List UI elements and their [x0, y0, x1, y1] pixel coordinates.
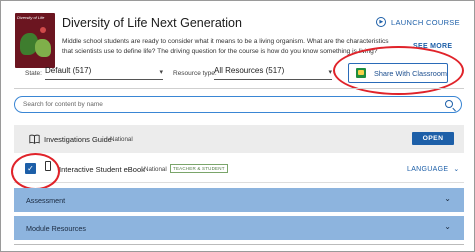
chevron-down-icon: ▾	[159, 69, 163, 76]
resource-name: Interactive Student eBook	[59, 165, 145, 174]
open-button[interactable]: OPEN	[412, 132, 454, 145]
resource-type-label: Resource type:	[173, 70, 217, 77]
language-label: LANGUAGE	[407, 165, 449, 173]
play-icon: ▶	[376, 17, 386, 27]
book-icon	[29, 134, 40, 144]
search-icon[interactable]	[445, 100, 453, 108]
chevron-down-icon: ▾	[328, 69, 332, 76]
language-dropdown[interactable]: LANGUAGE ⌄	[407, 165, 460, 174]
section-label: Assessment	[26, 196, 66, 205]
chevron-down-icon: ⌄	[453, 166, 460, 173]
launch-course-label: LAUNCH COURSE	[391, 17, 460, 27]
course-thumbnail-caption: Diversity of Life	[17, 15, 45, 20]
state-filter-label: State:	[25, 70, 42, 77]
annotation-circle-checkbox	[11, 153, 60, 190]
resource-row-interactive-student-ebook: ✓ Interactive Student eBook National TEA…	[14, 155, 464, 183]
section-label: Module Resources	[26, 224, 86, 233]
resource-type-select[interactable]: All Resources (517) ▾	[214, 66, 332, 80]
course-description: Middle school students are ready to cons…	[62, 38, 389, 55]
course-title: Diversity of Life Next Generation	[62, 16, 242, 30]
resource-type-select-value: All Resources (517)	[214, 66, 285, 75]
state-select-value: Default (517)	[45, 66, 92, 75]
audience-badge: TEACHER & STUDENT	[170, 164, 228, 173]
chevron-down-icon: ⌄	[444, 194, 451, 203]
divider	[14, 244, 464, 245]
resource-region-tag: National	[110, 136, 133, 143]
resource-row-investigations-guide: Investigations Guide National OPEN	[14, 125, 464, 153]
divider	[14, 88, 464, 89]
search-input[interactable]	[23, 99, 423, 110]
state-select[interactable]: Default (517) ▾	[45, 66, 163, 80]
search-bar	[14, 96, 462, 113]
section-assessment[interactable]: Assessment ⌄	[14, 188, 464, 212]
resource-name: Investigations Guide	[44, 135, 112, 144]
course-thumbnail: Diversity of Life	[15, 13, 55, 68]
chevron-down-icon: ⌄	[444, 222, 451, 231]
section-module-resources[interactable]: Module Resources ⌄	[14, 216, 464, 240]
launch-course-button[interactable]: ▶ LAUNCH COURSE	[376, 17, 460, 27]
resource-region-tag: National	[144, 166, 167, 173]
